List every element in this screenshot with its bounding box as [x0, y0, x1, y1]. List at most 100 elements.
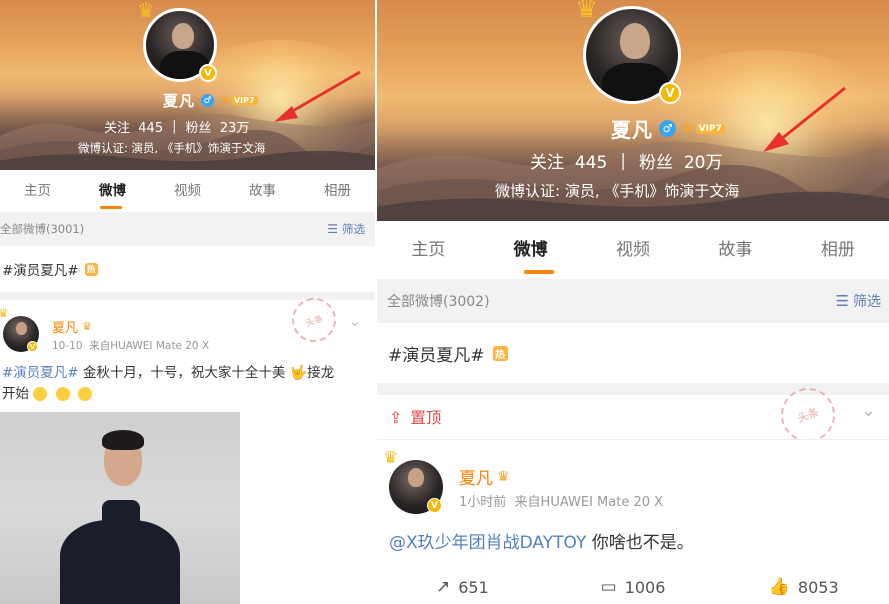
filter-button[interactable]: ☰ 筛选	[836, 291, 881, 311]
verified-v-icon: V	[199, 64, 217, 82]
repost-icon: ↗	[435, 577, 451, 597]
following-stat[interactable]: 关注 445	[530, 148, 607, 173]
topic-row[interactable]: #演员夏凡# 热	[0, 246, 375, 292]
tab-story[interactable]: 故事	[684, 221, 786, 279]
post-text-line1-end: 接龙	[307, 365, 335, 381]
vip-level: VIP7	[695, 123, 725, 134]
tab-video[interactable]: 视频	[150, 170, 225, 212]
comment-count: 1006	[624, 577, 666, 597]
topic-text: #演员夏凡#	[2, 263, 79, 279]
tab-video[interactable]: 视频	[582, 221, 684, 279]
profile-stats: 关注 445 | 粉丝 20万	[530, 148, 722, 174]
post-body: #演员夏凡# 金秋十月，十号，祝大家十全十美 🤟接龙 开始	[2, 363, 372, 405]
followers-count: 23万	[219, 121, 250, 136]
male-icon: ♂	[201, 94, 215, 107]
profile-header: ♛ V 夏凡 ♂ ♛ VIP7 关注 445 | 粉丝 23万 微博认证: 演员…	[0, 0, 375, 170]
vip-crown-icon: ♛	[682, 121, 694, 136]
chevron-down-icon[interactable]: ⌄	[861, 400, 876, 421]
vip-level: VIP7	[230, 96, 258, 105]
following-count: 445	[574, 153, 608, 173]
profile-avatar[interactable]: ♛ V	[575, 0, 685, 108]
headline-stamp: 头条	[286, 292, 342, 348]
post-text-line2: 开始	[2, 386, 29, 402]
profile-name: 夏凡	[163, 92, 196, 110]
post-mention-link[interactable]: @X玖少年团肖战DAYTOY	[389, 533, 586, 553]
profile-name: 夏凡	[611, 118, 653, 142]
following-stat[interactable]: 关注 445	[104, 117, 163, 136]
verified-v-icon: V	[27, 341, 38, 352]
post-card: ♛ V 夏凡 ♛ 1小时前 来自HUAWEI Mate 20 X @X玖少年团肖…	[377, 440, 889, 604]
arrow-annotation-icon	[763, 86, 846, 152]
post-author: 夏凡	[52, 321, 79, 336]
active-tab-indicator	[100, 206, 122, 209]
filter-button[interactable]: ☰ 筛选	[327, 221, 365, 237]
vip-badge[interactable]: ♛ VIP7	[220, 95, 258, 106]
profile-tabs: 主页 微博 视频 故事 相册	[0, 170, 375, 212]
male-icon: ♂	[659, 120, 676, 137]
tab-story[interactable]: 故事	[225, 170, 300, 212]
post-actions: ↗ 651 ▭ 1006 👍 8053	[377, 570, 889, 604]
crown-icon: ♛	[0, 306, 9, 320]
tab-album[interactable]: 相册	[787, 221, 889, 279]
repost-button[interactable]: ↗ 651	[377, 570, 548, 604]
filter-label: 筛选	[853, 294, 881, 310]
profile-tabs: 主页 微博 视频 故事 相册	[377, 221, 889, 279]
followers-label: 粉丝	[639, 153, 673, 173]
filter-bar: 全部微博(3001) ☰ 筛选	[0, 212, 375, 246]
comment-button[interactable]: ▭ 1006	[548, 570, 719, 604]
post-body: @X玖少年团肖战DAYTOY 你啥也不是。	[389, 528, 694, 553]
all-posts-count[interactable]: 全部微博(3002)	[387, 291, 490, 311]
followers-stat[interactable]: 粉丝 20万	[639, 148, 722, 173]
all-posts-count[interactable]: 全部微博(3001)	[0, 221, 84, 237]
following-label: 关注	[530, 153, 564, 173]
followers-stat[interactable]: 粉丝 23万	[186, 117, 250, 136]
post-meta: 1小时前 来自HUAWEI Mate 20 X	[459, 491, 663, 510]
filter-icon: ☰	[327, 222, 338, 236]
post-source: 来自HUAWEI Mate 20 X	[514, 495, 664, 510]
arrow-annotation-icon	[274, 70, 361, 122]
verified-v-icon: V	[427, 498, 442, 513]
post-photo[interactable]	[0, 412, 240, 604]
tab-home[interactable]: 主页	[0, 170, 75, 212]
verification-text: 微博认证: 演员, 《手机》饰演于文海	[78, 141, 266, 155]
profile-avatar[interactable]: ♛ V	[137, 0, 221, 86]
following-count: 445	[138, 121, 164, 136]
post-text: 你啥也不是。	[586, 533, 694, 553]
post-meta: 10-10 来自HUAWEI Mate 20 X	[52, 338, 209, 353]
vip-crown-icon: ♛	[82, 320, 92, 333]
post-date: 10-10	[52, 340, 83, 352]
post-hashtag-link[interactable]: #演员夏凡#	[2, 365, 79, 381]
post-text-line1: 金秋十月，十号，祝大家十全十美	[78, 365, 286, 381]
chevron-down-icon[interactable]: ⌄	[349, 314, 361, 330]
verified-v-icon: V	[659, 82, 681, 104]
profile-name-row: 夏凡 ♂ ♛ VIP7	[611, 114, 725, 143]
post-source: 来自HUAWEI Mate 20 X	[89, 340, 210, 352]
followers-count: 20万	[683, 153, 723, 173]
crown-icon: ♛	[137, 0, 155, 22]
topic-row[interactable]: #演员夏凡# 热	[377, 323, 889, 383]
crown-icon: ♛	[383, 448, 399, 468]
emoji-icon	[77, 387, 92, 401]
vip-badge[interactable]: ♛ VIP7	[682, 121, 725, 136]
right-screenshot-panel: ♛ V 夏凡 ♂ ♛ VIP7 关注 445 | 粉丝 20万 微博认证: 演员…	[377, 0, 889, 604]
stats-separator: |	[172, 119, 177, 134]
pinned-label: 置顶	[410, 409, 442, 427]
post-author: 夏凡	[459, 469, 493, 489]
post-author-row[interactable]: 夏凡 ♛	[459, 464, 510, 490]
filter-icon: ☰	[835, 292, 849, 310]
verification-text: 微博认证: 演员, 《手机》饰演于文海	[495, 182, 740, 200]
profile-header: ♛ V 夏凡 ♂ ♛ VIP7 关注 445 | 粉丝 20万 微博认证: 演员…	[377, 0, 889, 221]
profile-stats: 关注 445 | 粉丝 23万	[104, 117, 249, 136]
left-screenshot-panel: ♛ V 夏凡 ♂ ♛ VIP7 关注 445 | 粉丝 23万 微博认证: 演员…	[0, 0, 375, 604]
like-button[interactable]: 👍 8053	[718, 570, 889, 604]
tab-album[interactable]: 相册	[300, 170, 375, 212]
post-time: 1小时前	[459, 495, 507, 510]
tab-home[interactable]: 主页	[377, 221, 479, 279]
stats-separator: |	[620, 150, 626, 171]
repost-count: 651	[458, 577, 489, 597]
vip-crown-icon: ♛	[220, 95, 229, 106]
like-icon: 👍	[768, 577, 790, 597]
post-author-row[interactable]: 夏凡 ♛	[52, 317, 92, 336]
hot-badge-icon: 热	[492, 345, 508, 361]
like-count: 8053	[797, 577, 839, 597]
